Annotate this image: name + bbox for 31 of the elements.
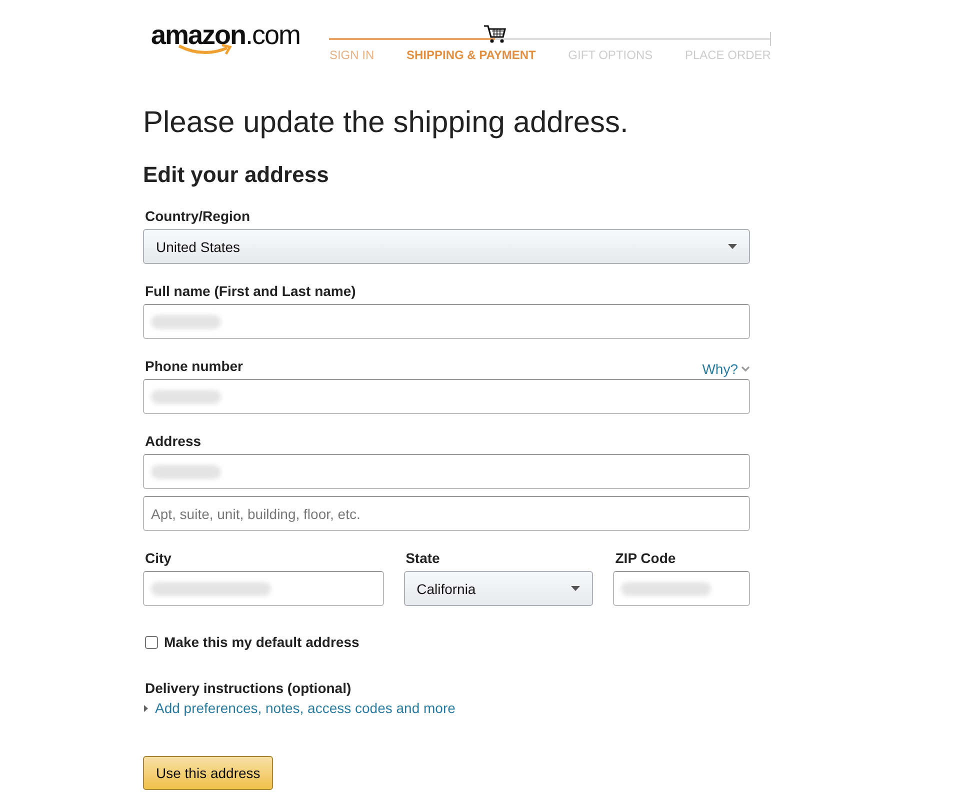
field-label: Phone number <box>145 358 244 374</box>
input-field[interactable] <box>613 571 750 606</box>
checkbox[interactable] <box>145 636 158 648</box>
section-heading: Edit your address <box>143 162 330 188</box>
input-field[interactable] <box>143 454 750 489</box>
field-label: Country/Region <box>145 208 251 224</box>
field-label: ZIP Code <box>615 550 677 566</box>
input-field[interactable] <box>143 571 384 606</box>
caret-icon <box>571 586 580 591</box>
field-label: Address <box>145 433 202 449</box>
field-label: Delivery instructions (optional) <box>145 680 352 696</box>
cart-icon <box>483 24 508 44</box>
use-address-button[interactable]: Use this address <box>143 756 274 790</box>
field-label: Full name (First and Last name) <box>145 283 357 299</box>
expand-icon[interactable] <box>144 704 149 712</box>
amazon-logo[interactable]: amazon.com <box>151 20 302 56</box>
page-heading: Please update the shipping address. <box>143 106 630 140</box>
chevron-down-icon[interactable] <box>741 366 750 372</box>
checkbox-label: Make this my default address <box>164 634 360 650</box>
input-field[interactable] <box>143 304 750 339</box>
progress-step: SHIPPING & PAYMENT <box>406 48 536 62</box>
field-label: State <box>406 550 441 566</box>
input-field[interactable] <box>143 379 750 414</box>
help-link[interactable]: Why? <box>702 358 750 379</box>
dropdown[interactable]: California <box>404 571 594 606</box>
caret-icon <box>728 244 737 249</box>
field-label: City <box>145 550 172 566</box>
input-field[interactable]: Apt, suite, unit, building, floor, etc. <box>143 496 750 531</box>
delivery-link[interactable]: Add preferences, notes, access codes and more <box>155 700 456 716</box>
dropdown[interactable]: United States <box>143 229 750 264</box>
progress-step: SIGN IN <box>329 48 374 62</box>
